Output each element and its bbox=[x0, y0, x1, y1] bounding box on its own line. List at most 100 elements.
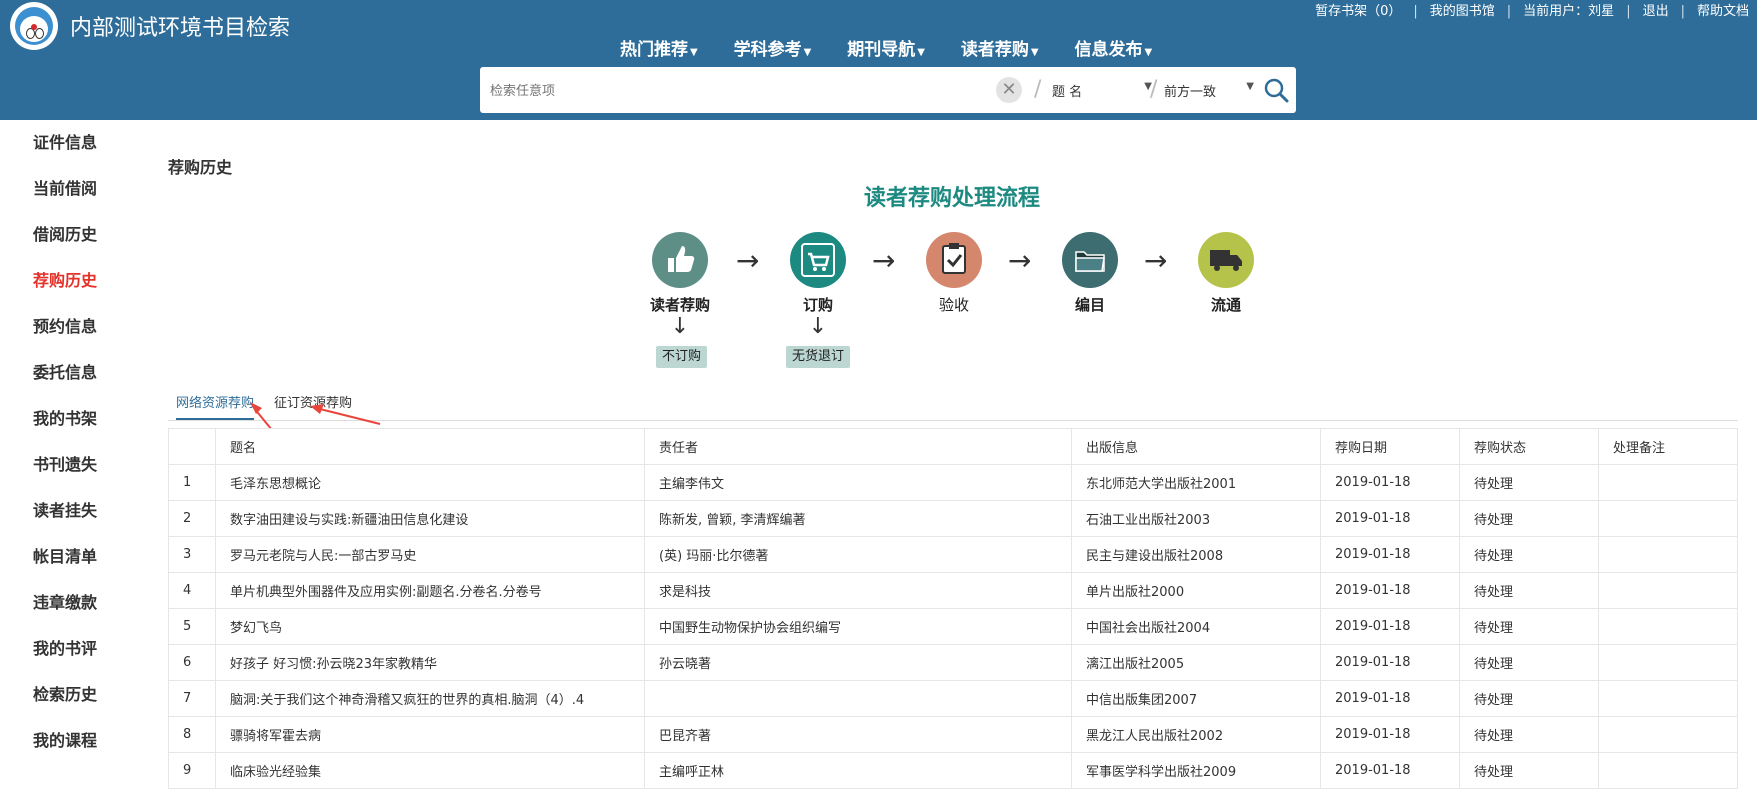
nav-subject-reference[interactable]: 学科参考 ▼ bbox=[734, 35, 812, 60]
sidebar-item-my-courses[interactable]: 我的课程 bbox=[0, 718, 150, 764]
cell-title: 骠骑将军霍去病 bbox=[215, 716, 645, 753]
chevron-down-icon: ▼ bbox=[917, 47, 925, 58]
cell-publisher: 石油工业出版社2003 bbox=[1071, 500, 1321, 537]
logo-eye-right bbox=[35, 28, 44, 39]
table-row[interactable]: 3 罗马元老院与人民:一部古罗马史 (英) 玛丽·比尔德著 民主与建设出版社20… bbox=[168, 536, 1738, 573]
clear-icon[interactable]: ✕ bbox=[996, 77, 1022, 103]
sidebar-item-card-info[interactable]: 证件信息 bbox=[0, 120, 150, 166]
process-flow: 读者荐购处理流程 读者荐购 → 订购 → 验收 → 编目 → 流通 ↓ 不订购 … bbox=[150, 134, 1757, 374]
tag-not-ordered: 不订购 bbox=[656, 346, 708, 368]
cell-author: 巴昆齐著 bbox=[644, 716, 1072, 753]
sidebar-item-loan-history[interactable]: 借阅历史 bbox=[0, 212, 150, 258]
cell-publisher: 民主与建设出版社2008 bbox=[1071, 536, 1321, 573]
cell-author bbox=[644, 680, 1072, 717]
logout-link[interactable]: 退出 bbox=[1635, 0, 1677, 19]
cell-index: 3 bbox=[168, 536, 216, 573]
table-row[interactable]: 5 梦幻飞鸟 中国野生动物保护协会组织编写 中国社会出版社2004 2019-0… bbox=[168, 608, 1738, 645]
cell-publisher: 黑龙江人民出版社2002 bbox=[1071, 716, 1321, 753]
nav-label: 期刊导航 bbox=[847, 40, 916, 60]
cell-status: 待处理 bbox=[1459, 536, 1599, 573]
column-header-date: 荐购日期 bbox=[1320, 428, 1460, 465]
search-bar: ✕ / 题 名▼ / 前方一致 ▼ bbox=[480, 67, 1296, 113]
cell-index: 8 bbox=[168, 716, 216, 753]
folder-icon bbox=[1062, 232, 1118, 288]
cell-publisher: 东北师范大学出版社2001 bbox=[1071, 464, 1321, 501]
step-label: 编目 bbox=[1074, 296, 1105, 314]
cell-author: 孙云晓著 bbox=[644, 644, 1072, 681]
arrow-down-icon: ↓ bbox=[670, 314, 690, 339]
flow-title: 读者荐购处理流程 bbox=[864, 186, 1041, 211]
nav-journal[interactable]: 期刊导航 ▼ bbox=[847, 35, 925, 60]
my-library-link[interactable]: 我的图书馆 bbox=[1422, 0, 1503, 19]
table-row[interactable]: 2 数字油田建设与实践:新疆油田信息化建设 陈新发, 曾颖, 李清辉编著 石油工… bbox=[168, 500, 1738, 537]
table-header-row: 题名 责任者 出版信息 荐购日期 荐购状态 处理备注 bbox=[168, 428, 1738, 465]
table-row[interactable]: 8 骠骑将军霍去病 巴昆齐著 黑龙江人民出版社2002 2019-01-18 待… bbox=[168, 716, 1738, 753]
nav-label: 信息发布 bbox=[1074, 40, 1143, 60]
sidebar-item-report-loss[interactable]: 读者挂失 bbox=[0, 488, 150, 534]
sidebar-item-my-reviews[interactable]: 我的书评 bbox=[0, 626, 150, 672]
separator: | bbox=[1626, 4, 1631, 19]
cell-author: (英) 玛丽·比尔德著 bbox=[644, 536, 1072, 573]
cell-title: 梦幻飞鸟 bbox=[215, 608, 645, 645]
cell-publisher: 军事医学科学出版社2009 bbox=[1071, 752, 1321, 789]
column-header-title: 题名 bbox=[215, 428, 645, 465]
divider: / bbox=[1034, 77, 1042, 102]
table-row[interactable]: 9 临床验光经验集 主编呼正林 军事医学科学出版社2009 2019-01-18… bbox=[168, 752, 1738, 789]
search-icon[interactable] bbox=[1262, 76, 1290, 104]
tag-out-of-stock: 无货退订 bbox=[786, 346, 851, 368]
main-nav: 热门推荐 ▼ 学科参考 ▼ 期刊导航 ▼ 读者荐购 ▼ 信息发布 ▼ bbox=[620, 35, 1182, 60]
sidebar-item-current-loans[interactable]: 当前借阅 bbox=[0, 166, 150, 212]
nav-hot-recommend[interactable]: 热门推荐 ▼ bbox=[620, 35, 698, 60]
sidebar-item-my-shelf[interactable]: 我的书架 bbox=[0, 396, 150, 442]
cell-note bbox=[1598, 716, 1738, 753]
sidebar-item-lost-books[interactable]: 书刊遗失 bbox=[0, 442, 150, 488]
tab-network-resources[interactable]: 网络资源荐购 bbox=[176, 392, 255, 420]
cell-status: 待处理 bbox=[1459, 716, 1599, 753]
table-row[interactable]: 4 单片机典型外围器件及应用实例:副题名.分卷名.分卷号 求是科技 单片出版社2… bbox=[168, 572, 1738, 609]
arrow-right-icon: → bbox=[872, 244, 896, 277]
sidebar-item-account-list[interactable]: 帐目清单 bbox=[0, 534, 150, 580]
table-row[interactable]: 1 毛泽东思想概论 主编李伟文 东北师范大学出版社2001 2019-01-18… bbox=[168, 464, 1738, 501]
cell-title: 好孩子 好习惯:孙云晓23年家教精华 bbox=[215, 644, 645, 681]
content-area: 荐购历史 读者荐购处理流程 读者荐购 → 订购 → 验收 → 编目 → 流通 ↓… bbox=[150, 134, 1757, 790]
match-select[interactable]: 前方一致 ▼ bbox=[1164, 81, 1254, 100]
help-link[interactable]: 帮助文档 bbox=[1689, 0, 1757, 19]
sidebar-item-delegations[interactable]: 委托信息 bbox=[0, 350, 150, 396]
chevron-down-icon: ▼ bbox=[1030, 47, 1039, 58]
current-user-label: 当前用户：刘星 bbox=[1523, 4, 1615, 19]
table-row[interactable]: 6 好孩子 好习惯:孙云晓23年家教精华 孙云晓著 漓江出版社2005 2019… bbox=[168, 644, 1738, 681]
cell-status: 待处理 bbox=[1459, 500, 1599, 537]
cell-note bbox=[1598, 536, 1738, 573]
column-header-status: 荐购状态 bbox=[1459, 428, 1599, 465]
nav-info-release[interactable]: 信息发布 ▼ bbox=[1075, 35, 1153, 60]
chevron-down-icon: ▼ bbox=[1144, 47, 1153, 58]
field-select-value: 题 名 bbox=[1052, 85, 1083, 100]
cell-title: 数字油田建设与实践:新疆油田信息化建设 bbox=[215, 500, 645, 537]
arrow-right-icon: → bbox=[1008, 244, 1032, 277]
sidebar-item-reservations[interactable]: 预约信息 bbox=[0, 304, 150, 350]
folder-glyph bbox=[1075, 251, 1105, 272]
step-acceptance: 验收 bbox=[914, 232, 994, 315]
cell-title: 毛泽东思想概论 bbox=[215, 464, 645, 501]
separator: | bbox=[1506, 4, 1512, 19]
cell-note bbox=[1598, 572, 1738, 609]
cell-note bbox=[1598, 608, 1738, 645]
cell-date: 2019-01-18 bbox=[1320, 752, 1460, 789]
site-title: 内部测试环境书目检索 bbox=[70, 16, 291, 41]
cart-icon bbox=[790, 232, 846, 288]
chevron-down-icon: ▼ bbox=[1246, 81, 1254, 92]
sidebar-item-fines[interactable]: 违章缴款 bbox=[0, 580, 150, 626]
cell-author: 求是科技 bbox=[644, 572, 1072, 609]
field-select[interactable]: 题 名 ▼ bbox=[1052, 81, 1152, 100]
cell-author: 陈新发, 曾颖, 李清辉编著 bbox=[644, 500, 1072, 537]
cell-index: 9 bbox=[168, 752, 216, 789]
table-row[interactable]: 7 脑洞:关于我们这个神奇滑稽又疯狂的世界的真相.脑洞（4）.4 中信出版集团2… bbox=[168, 680, 1738, 717]
nav-reader-recommend[interactable]: 读者荐购 ▼ bbox=[961, 35, 1039, 60]
cell-note bbox=[1598, 752, 1738, 789]
sidebar-item-recommend-history[interactable]: 荐购历史 bbox=[0, 258, 150, 304]
cell-index: 6 bbox=[168, 644, 216, 681]
temp-shelf-link[interactable]: 暂存书架（0） bbox=[1307, 0, 1409, 19]
search-input[interactable] bbox=[488, 75, 972, 107]
sidebar-item-search-history[interactable]: 检索历史 bbox=[0, 672, 150, 718]
header: 内部测试环境书目检索 暂存书架（0） | 我的图书馆 | 当前用户：刘星 | 退出 | 帮助文档… bbox=[0, 0, 1757, 120]
